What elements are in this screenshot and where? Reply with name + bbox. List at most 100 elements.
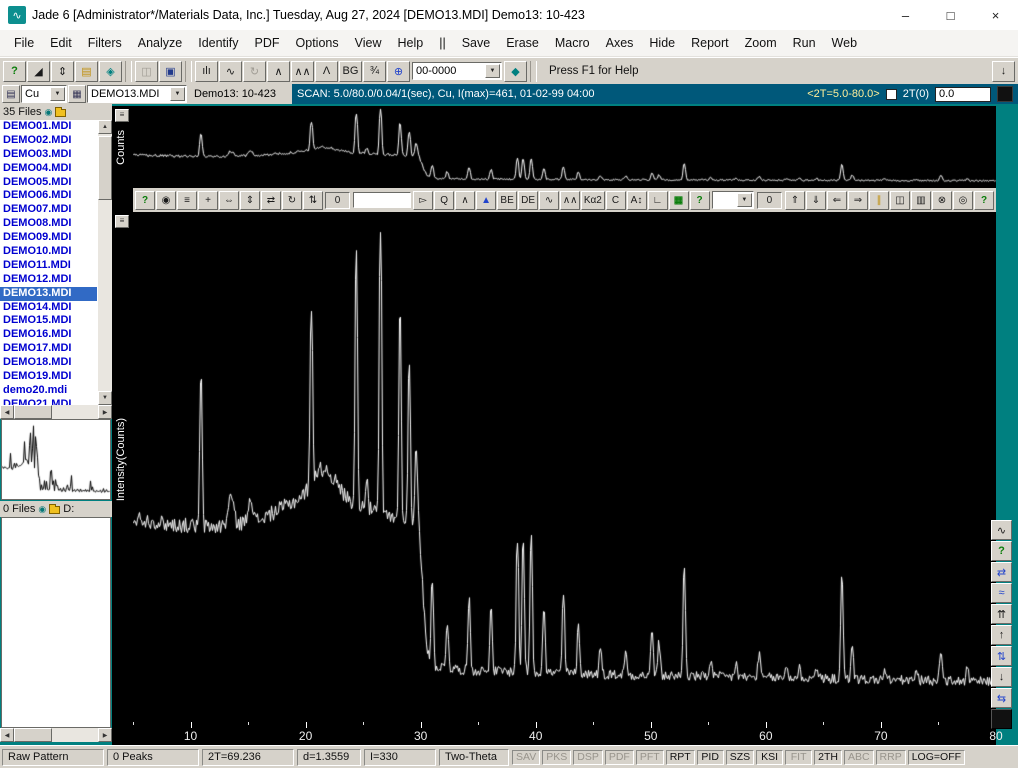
scroll-left-arrow-icon[interactable]: ◀	[0, 405, 14, 419]
status-flag-rpt[interactable]: RPT	[665, 749, 695, 765]
status-flag-pks[interactable]: PKS	[542, 749, 572, 765]
scroll-down-arrow-icon[interactable]: ▼	[98, 391, 112, 405]
file-item[interactable]: DEMO05.MDI	[0, 176, 97, 190]
view-icon[interactable]: ◉	[45, 107, 53, 117]
two-theta-zero-input[interactable]: 0.0	[935, 86, 991, 102]
status-flag-pft[interactable]: PFT	[635, 749, 664, 765]
file-item[interactable]: DEMO06.MDI	[0, 189, 97, 203]
menu-file[interactable]: File	[6, 36, 42, 50]
restore-view-button[interactable]: ↻	[282, 190, 302, 210]
top-chart-grip[interactable]: ≡	[115, 109, 129, 122]
peak-label-button[interactable]: ∧	[455, 190, 476, 210]
bg-button[interactable]: BG	[339, 60, 362, 82]
file-item[interactable]: DEMO11.MDI	[0, 259, 97, 273]
pdf-number-combo[interactable]: 00-0000 ▼	[412, 62, 502, 80]
help-right-button[interactable]: ?	[974, 190, 994, 210]
status-flag-sav[interactable]: SAV	[512, 749, 541, 765]
crosshair-button[interactable]: +	[198, 190, 218, 210]
retrieve-pdf-button[interactable]: ◆	[504, 60, 527, 82]
pattern-filter-input[interactable]	[353, 192, 412, 208]
anode-combo[interactable]: Cu ▼	[21, 85, 67, 103]
corner-button[interactable]	[991, 709, 1012, 729]
print-button[interactable]: ◫	[135, 60, 158, 82]
status-flag-ksi[interactable]: KSI	[756, 749, 784, 765]
scroll-left-button[interactable]: ⇐	[827, 190, 847, 210]
view-icon[interactable]: ◉	[38, 504, 46, 514]
split-window-button[interactable]: ◫	[890, 190, 910, 210]
save-diamond-button[interactable]: ◈	[99, 60, 122, 82]
help-button[interactable]: ?	[3, 60, 26, 82]
minimize-button[interactable]: –	[883, 0, 928, 30]
fraction-button[interactable]: ¾	[363, 60, 386, 82]
file-item[interactable]: DEMO16.MDI	[0, 328, 97, 342]
expand-axis-button[interactable]: ⇄	[261, 190, 281, 210]
scale-axis-button[interactable]: A↕	[626, 190, 647, 210]
file-item[interactable]: DEMO14.MDI	[0, 301, 97, 315]
line-width-button[interactable]: ≡	[177, 190, 197, 210]
data-edit-button[interactable]: DE	[518, 190, 539, 210]
shift-down-button[interactable]: ↓	[991, 667, 1012, 687]
status-flag-2th[interactable]: 2TH	[814, 749, 842, 765]
record-button[interactable]: ◎	[953, 190, 973, 210]
zoom-out-full-button[interactable]: ∿	[991, 520, 1012, 540]
histogram-view-button[interactable]: ▥	[911, 190, 931, 210]
toolbar-collapse-button[interactable]: ↓	[992, 60, 1015, 82]
marker-tool-button[interactable]: ∥	[869, 190, 889, 210]
display-mode-button[interactable]: ◉	[156, 190, 176, 210]
file-item[interactable]: DEMO19.MDI	[0, 370, 97, 384]
save-button[interactable]: ▣	[159, 60, 182, 82]
file-item[interactable]: DEMO18.MDI	[0, 356, 97, 370]
pointer-tool-button[interactable]: ▻	[413, 190, 434, 210]
file-item[interactable]: DEMO13.MDI	[0, 286, 97, 301]
menu-save[interactable]: Save	[454, 36, 499, 50]
file-combo[interactable]: DEMO13.MDI ▼	[87, 85, 187, 103]
file-item[interactable]: DEMO12.MDI	[0, 273, 97, 287]
background-edit-button[interactable]: BE	[497, 190, 518, 210]
scrollbar-track[interactable]	[14, 728, 98, 742]
menu-options[interactable]: Options	[288, 36, 347, 50]
status-flag-abc[interactable]: ABC	[843, 749, 874, 765]
menu-web[interactable]: Web	[824, 36, 865, 50]
smooth-view-button[interactable]: ≈	[991, 583, 1012, 603]
status-mode[interactable]: Raw Pattern	[2, 748, 104, 766]
scroll-down-button[interactable]: ⇓	[806, 190, 826, 210]
refresh-button[interactable]: ↻	[243, 60, 266, 82]
menu-help[interactable]: Help	[390, 36, 432, 50]
peak-marks-button[interactable]: ∧	[267, 60, 290, 82]
scrollbar-track[interactable]	[14, 405, 98, 419]
help-zoom-button[interactable]: ?	[689, 190, 710, 210]
scroll-right-arrow-icon[interactable]: ▶	[98, 405, 112, 419]
center-view-button[interactable]: ⇅	[991, 646, 1012, 666]
shift-up-button[interactable]: ↑	[991, 625, 1012, 645]
main-pattern-canvas[interactable]	[133, 212, 996, 722]
scroll-up-button[interactable]: ⇑	[785, 190, 805, 210]
page-up-button[interactable]: ⇈	[991, 604, 1012, 624]
file-item[interactable]: DEMO15.MDI	[0, 314, 97, 328]
status-flag-dsp[interactable]: DSP	[573, 749, 603, 765]
close-overlay-button[interactable]: ⊗	[932, 190, 952, 210]
profile-fit-button[interactable]: ∧∧	[560, 190, 581, 210]
menu-erase[interactable]: Erase	[498, 36, 547, 50]
menu-macro[interactable]: Macro	[547, 36, 598, 50]
instrument-setup-button[interactable]: ◢	[27, 60, 50, 82]
file-item[interactable]: DEMO17.MDI	[0, 342, 97, 356]
chevron-down-icon[interactable]: ▼	[170, 87, 185, 101]
status-flag-fit[interactable]: FIT	[785, 749, 813, 765]
file-item[interactable]: DEMO09.MDI	[0, 231, 97, 245]
sort-updown-button[interactable]: ⇕	[51, 60, 74, 82]
menu-filters[interactable]: Filters	[80, 36, 130, 50]
main-chart-grip[interactable]: ≡	[115, 215, 129, 228]
scroll-up-arrow-icon[interactable]: ▲	[98, 120, 112, 134]
scrollbar-thumb[interactable]	[14, 405, 52, 419]
menu-report[interactable]: Report	[683, 36, 737, 50]
file-item[interactable]: DEMO02.MDI	[0, 134, 97, 148]
status-flag-szs[interactable]: SZS	[725, 749, 755, 765]
menu-run[interactable]: Run	[785, 36, 824, 50]
chevron-down-icon[interactable]: ▼	[736, 193, 752, 207]
menu-axes[interactable]: Axes	[598, 36, 642, 50]
status-peaks[interactable]: 0 Peaks	[107, 748, 199, 766]
status-flag-rrp[interactable]: RRP	[875, 749, 906, 765]
pan-horizontal-button[interactable]: ⇆	[991, 688, 1012, 708]
scrollbar-thumb[interactable]	[98, 136, 112, 200]
scroll-right-button[interactable]: ⇒	[848, 190, 868, 210]
